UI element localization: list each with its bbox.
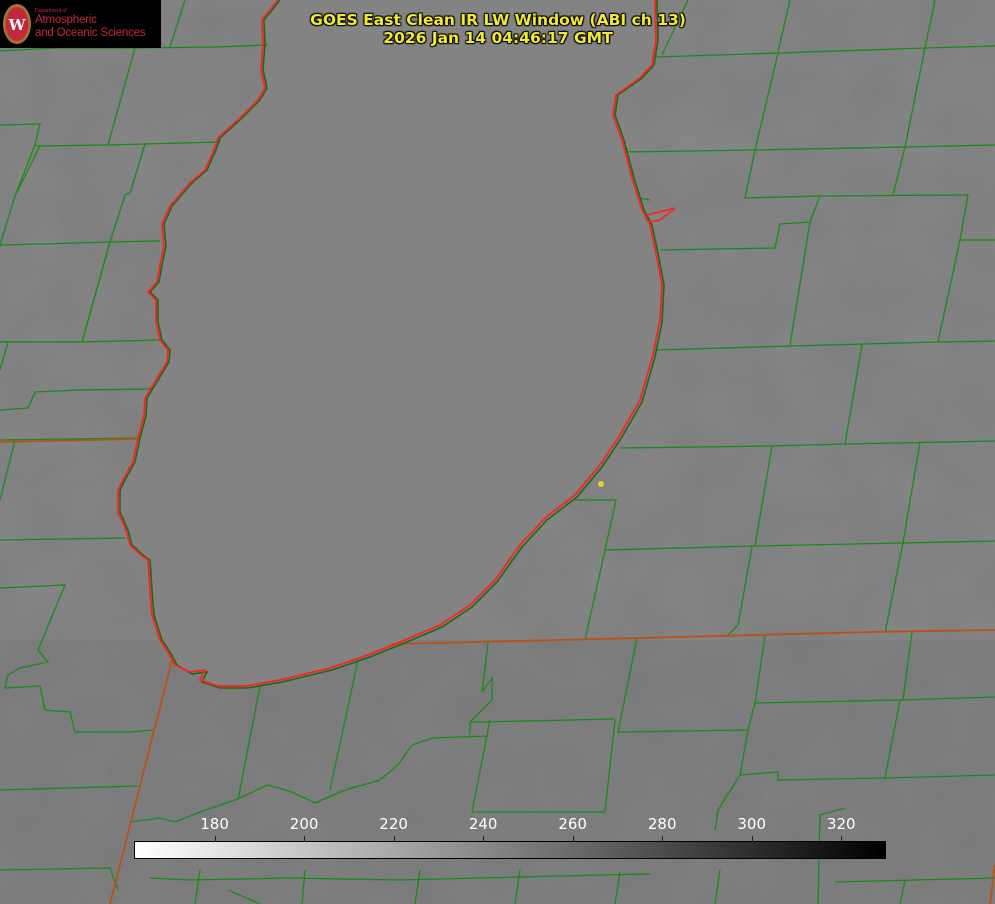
station-dot-icon xyxy=(598,481,604,487)
colorbar-tick-label: 240 xyxy=(468,815,498,833)
lower-dark-band xyxy=(0,640,995,904)
colorbar-tick-mark xyxy=(662,836,664,842)
logo-letter: W xyxy=(8,16,27,34)
colorbar-tick-mark xyxy=(751,836,753,842)
colorbar-tick-mark xyxy=(572,836,574,842)
satellite-map xyxy=(0,0,995,904)
colorbar-tick-label: 320 xyxy=(826,815,856,833)
image-title: GOES East Clean IR LW Window (ABI ch 13)… xyxy=(300,11,696,47)
title-line1: GOES East Clean IR LW Window (ABI ch 13) xyxy=(310,11,686,29)
colorbar xyxy=(134,841,886,859)
colorbar-tick-mark xyxy=(841,836,843,842)
colorbar-tick-mark xyxy=(214,836,216,842)
title-timestamp: 2026 Jan 14 04:46:17 GMT xyxy=(383,29,613,47)
colorbar-tick-label: 180 xyxy=(200,815,229,833)
logo-line2: and Oceanic Sciences xyxy=(35,27,146,39)
colorbar-tick-label: 280 xyxy=(647,815,677,833)
logo-line1: Atmospheric xyxy=(35,14,97,26)
uw-aos-logo: W Department of Atmospheric and Oceanic … xyxy=(0,0,161,48)
colorbar-tick-label: 220 xyxy=(379,815,408,833)
satellite-image-viewer: W Department of Atmospheric and Oceanic … xyxy=(0,0,995,904)
colorbar-tick-label: 200 xyxy=(289,815,319,833)
colorbar-tick-mark xyxy=(483,836,485,842)
colorbar-tick-mark xyxy=(304,836,306,842)
colorbar-tick-label: 300 xyxy=(737,815,767,833)
uw-crest-icon: W xyxy=(3,4,31,44)
colorbar-tick-label: 260 xyxy=(558,815,587,833)
colorbar-tick-mark xyxy=(393,836,395,842)
